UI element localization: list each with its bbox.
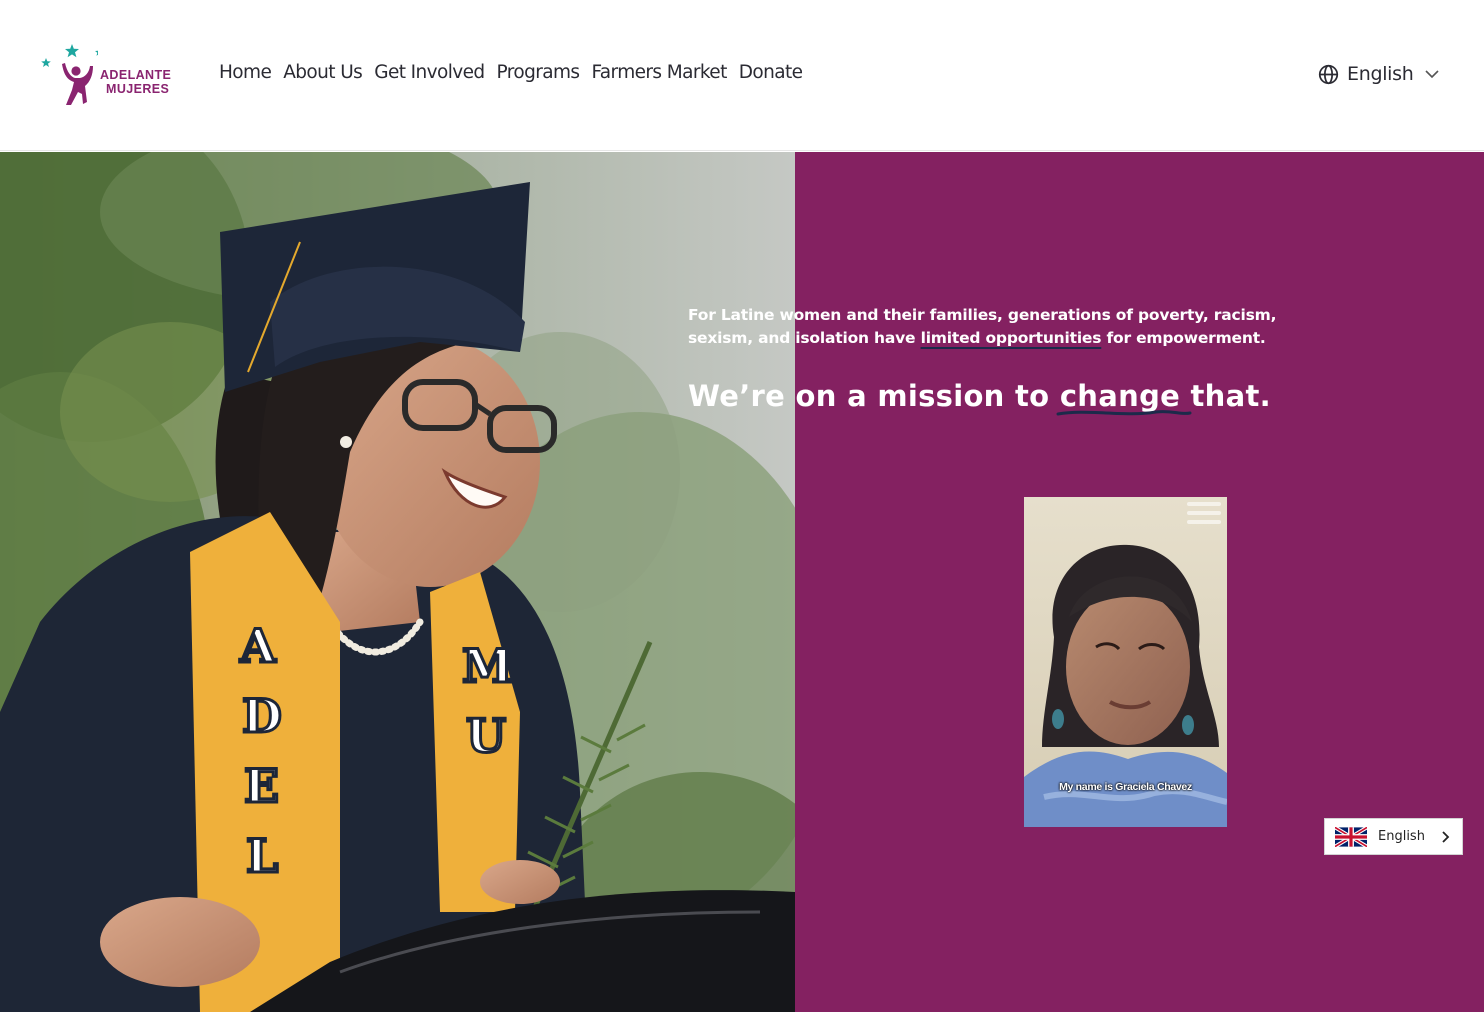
hero-mission-highlight-wrap: change <box>1056 379 1192 416</box>
globe-icon <box>1318 64 1339 84</box>
language-switcher-widget[interactable]: English <box>1324 818 1463 855</box>
hero-section: A D E L M U For Latine women and their f… <box>0 152 1484 1012</box>
svg-text:L: L <box>246 829 278 883</box>
logo-text-line1: ADELANTE <box>100 68 172 82</box>
hero-intro-text: For Latine women and their families, gen… <box>688 304 1328 350</box>
nav-item-home[interactable]: Home <box>219 62 272 83</box>
site-header: ADELANTE MUJERES Home About Us Get Invol… <box>0 0 1484 151</box>
video-watermark <box>1187 497 1221 524</box>
hero-mission-after: that. <box>1180 379 1271 413</box>
hero-graduate-photo: A D E L M U <box>0 152 795 1012</box>
svg-text:M: M <box>462 639 513 693</box>
hero-mission-heading: We’re on a mission to change that. <box>688 379 1328 416</box>
uk-flag-icon <box>1335 826 1367 847</box>
hero-copy: For Latine women and their families, gen… <box>688 304 1328 416</box>
logo-mark-icon <box>41 44 98 105</box>
nav-item-donate[interactable]: Donate <box>739 62 803 83</box>
scribble-underline-icon <box>1056 410 1192 416</box>
nav-item-get-involved[interactable]: Get Involved <box>374 62 485 83</box>
svg-text:A: A <box>239 619 277 673</box>
video-frame-illustration <box>1024 497 1227 827</box>
hero-mission-before: We’re on a mission to <box>688 379 1060 413</box>
hero-intro-highlight: limited opportunities <box>920 329 1102 347</box>
nav-item-programs[interactable]: Programs <box>497 62 581 83</box>
logo-wordmark: ADELANTE MUJERES <box>100 68 171 96</box>
nav-item-farmers-market[interactable]: Farmers Market <box>591 62 727 83</box>
language-selector[interactable]: English <box>1318 63 1440 85</box>
language-selected-label: English <box>1347 63 1414 85</box>
testimonial-video[interactable]: My name is Graciela Chavez <box>1024 497 1227 827</box>
hero-intro-after: for empowerment. <box>1101 329 1266 347</box>
chevron-right-icon <box>1442 831 1450 843</box>
svg-text:E: E <box>244 759 279 813</box>
main-nav: Home About Us Get Involved Programs Farm… <box>219 62 803 83</box>
language-widget-label: English <box>1378 829 1425 844</box>
svg-text:D: D <box>242 689 282 743</box>
chevron-down-icon <box>1424 70 1439 79</box>
adelante-mujeres-logo[interactable]: ADELANTE MUJERES <box>38 42 178 114</box>
logo-text-line2: MUJERES <box>106 82 170 96</box>
video-caption: My name is Graciela Chavez <box>1059 781 1192 793</box>
nav-item-about-us[interactable]: About Us <box>283 62 363 83</box>
svg-text:U: U <box>466 709 506 763</box>
